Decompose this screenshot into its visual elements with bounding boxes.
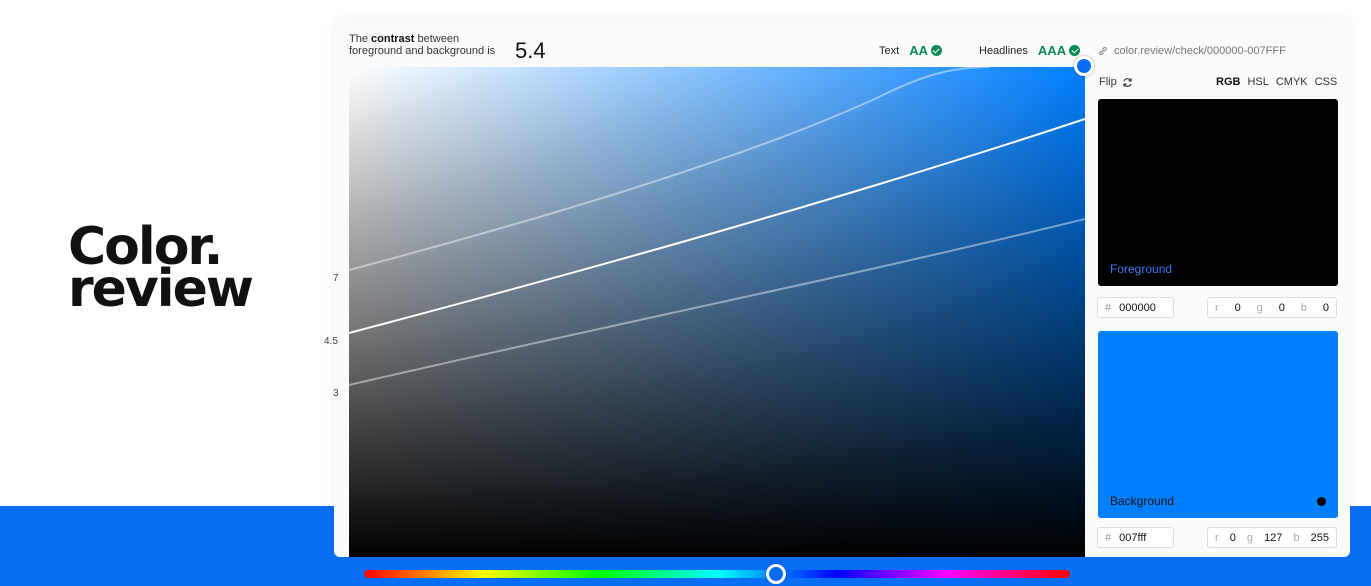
hash-symbol: # [1105,301,1112,314]
text-rating-label: Text [879,44,900,57]
b-key: b [1293,531,1300,544]
color-mode-tabs: RGB HSL CMYK CSS [1216,76,1337,88]
curve-ratio-7 [349,67,990,271]
headlines-rating-label: Headlines [979,44,1028,57]
flip-label[interactable]: Flip [1099,76,1117,88]
check-icon [930,45,942,56]
tab-hsl[interactable]: HSL [1247,76,1268,88]
foreground-hex-field[interactable]: # 000000 [1097,297,1174,318]
summary-prefix: The [349,33,368,45]
background-rgb-field[interactable]: r 0 g 127 b 255 [1207,527,1337,548]
contrast-ratio-value: 5.4 [515,38,546,63]
background-swatch[interactable]: Background [1098,331,1338,518]
g-key: g [1246,531,1254,544]
y-tick-4.5: 4.5 [324,336,338,347]
foreground-hex-value[interactable]: 000000 [1119,302,1156,314]
background-hex-field[interactable]: # 007fff [1097,527,1174,548]
share-link[interactable]: color.review/check/000000-007FFF [1098,45,1286,57]
curve-ratio-4.5 [349,118,1085,334]
hue-slider[interactable] [364,570,1070,578]
b-key: b [1300,301,1307,314]
y-tick-3: 3 [333,388,339,399]
tab-css[interactable]: CSS [1315,76,1338,88]
text-rating-level: AA [909,43,928,58]
background-r-value[interactable]: 0 [1230,532,1236,544]
refresh-icon[interactable] [1122,77,1133,88]
flip-button[interactable]: Flip [1099,76,1133,88]
foreground-label: Foreground [1110,262,1173,276]
contrast-summary: The contrast between foreground and back… [349,33,495,57]
summary-suffix: between [417,33,460,45]
foreground-b-value[interactable]: 0 [1323,302,1329,314]
y-tick-7: 7 [333,273,339,284]
summary-line-2: foreground and background is [349,45,496,57]
summary-contrast-word: contrast [371,33,415,45]
r-key: r [1215,531,1219,544]
background-picker-dot[interactable] [1317,497,1326,506]
link-icon [1099,46,1107,56]
foreground-rgb-field[interactable]: r 0 g 0 b 0 [1207,297,1337,318]
hash-symbol: # [1105,531,1112,544]
hue-slider-handle[interactable] [766,564,786,584]
tab-rgb[interactable]: RGB [1216,76,1240,88]
headlines-rating-level: AAA [1037,43,1067,58]
curve-ratio-3 [349,218,1085,386]
background-b-value[interactable]: 255 [1311,532,1329,544]
tab-cmyk[interactable]: CMYK [1276,76,1308,88]
share-link-url[interactable]: color.review/check/000000-007FFF [1114,45,1286,57]
headlines-rating: Headlines AAA [979,43,1081,58]
contrast-plot-area[interactable] [349,67,1085,557]
logo-line-2: review [68,259,254,319]
background-g-value[interactable]: 127 [1264,532,1282,544]
foreground-g-value[interactable]: 0 [1279,302,1285,314]
background-hex-value[interactable]: 007fff [1119,532,1146,544]
saturation-handle[interactable] [1074,56,1094,76]
contrast-curves [349,67,1085,386]
text-rating: Text AA [879,43,942,58]
foreground-r-value[interactable]: 0 [1235,302,1241,314]
logo: Color. review [68,221,254,319]
foreground-swatch[interactable]: Foreground [1098,99,1338,286]
background-label: Background [1110,494,1175,508]
g-key: g [1256,301,1263,314]
check-icon [1069,45,1081,56]
r-key: r [1215,301,1219,314]
